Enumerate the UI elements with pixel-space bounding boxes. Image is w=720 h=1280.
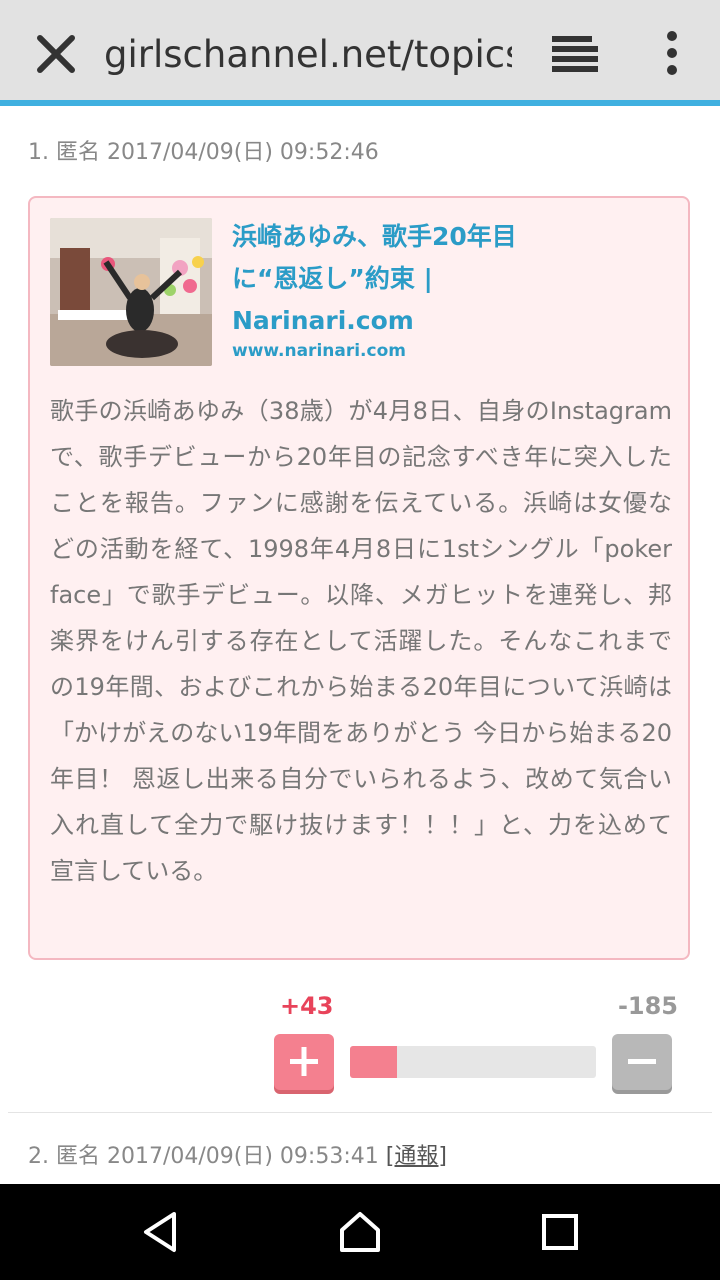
link-title[interactable]: 浜崎あゆみ、歌手20年目 に“恩返し”約束 | Narinari.com xyxy=(232,216,652,342)
plus-button[interactable] xyxy=(274,1034,334,1090)
minus-button[interactable] xyxy=(612,1034,672,1090)
minus-count: -185 xyxy=(617,992,678,1020)
android-nav-bar xyxy=(0,1184,720,1280)
link-title-line: Narinari.com xyxy=(232,306,414,335)
url-bar[interactable]: girlschannel.net/topics xyxy=(104,28,512,82)
page-load-progress xyxy=(0,100,720,106)
comment-meta: 1. 匿名 2017/04/09(日) 09:52:46 xyxy=(28,140,379,165)
comment-body: 歌手の浜崎あゆみ（38歳）が4月8日、自身のInstagramで、歌手デビューか… xyxy=(50,397,672,885)
vote-ratio-fill xyxy=(350,1046,397,1078)
plus-icon xyxy=(290,1047,318,1076)
link-domain[interactable]: www.narinari.com xyxy=(232,338,652,364)
plus-count: +43 xyxy=(280,992,334,1020)
link-title-line: に“恩返し”約束 | xyxy=(232,264,433,293)
home-icon[interactable] xyxy=(336,1208,384,1256)
recents-icon[interactable] xyxy=(536,1208,584,1256)
tabs-icon[interactable] xyxy=(548,34,602,74)
vote-ratio-bar xyxy=(350,1046,596,1078)
link-thumbnail[interactable] xyxy=(50,218,212,366)
comment-meta: 2. 匿名 2017/04/09(日) 09:53:41 [通報] xyxy=(28,1142,447,1172)
minus-icon xyxy=(628,1059,656,1064)
link-title-line: 浜崎あゆみ、歌手20年目 xyxy=(232,222,517,251)
comment-meta-text: 2. 匿名 2017/04/09(日) 09:53:41 xyxy=(28,1144,386,1169)
report-link[interactable]: [通報] xyxy=(386,1144,447,1169)
comment-divider xyxy=(8,1112,712,1113)
browser-toolbar: girlschannel.net/topics xyxy=(0,0,720,100)
overflow-menu-icon[interactable] xyxy=(660,30,684,76)
link-card: 浜崎あゆみ、歌手20年目 に“恩返し”約束 | Narinari.com www… xyxy=(28,196,690,960)
close-icon[interactable] xyxy=(34,32,78,76)
back-icon[interactable] xyxy=(136,1208,184,1256)
